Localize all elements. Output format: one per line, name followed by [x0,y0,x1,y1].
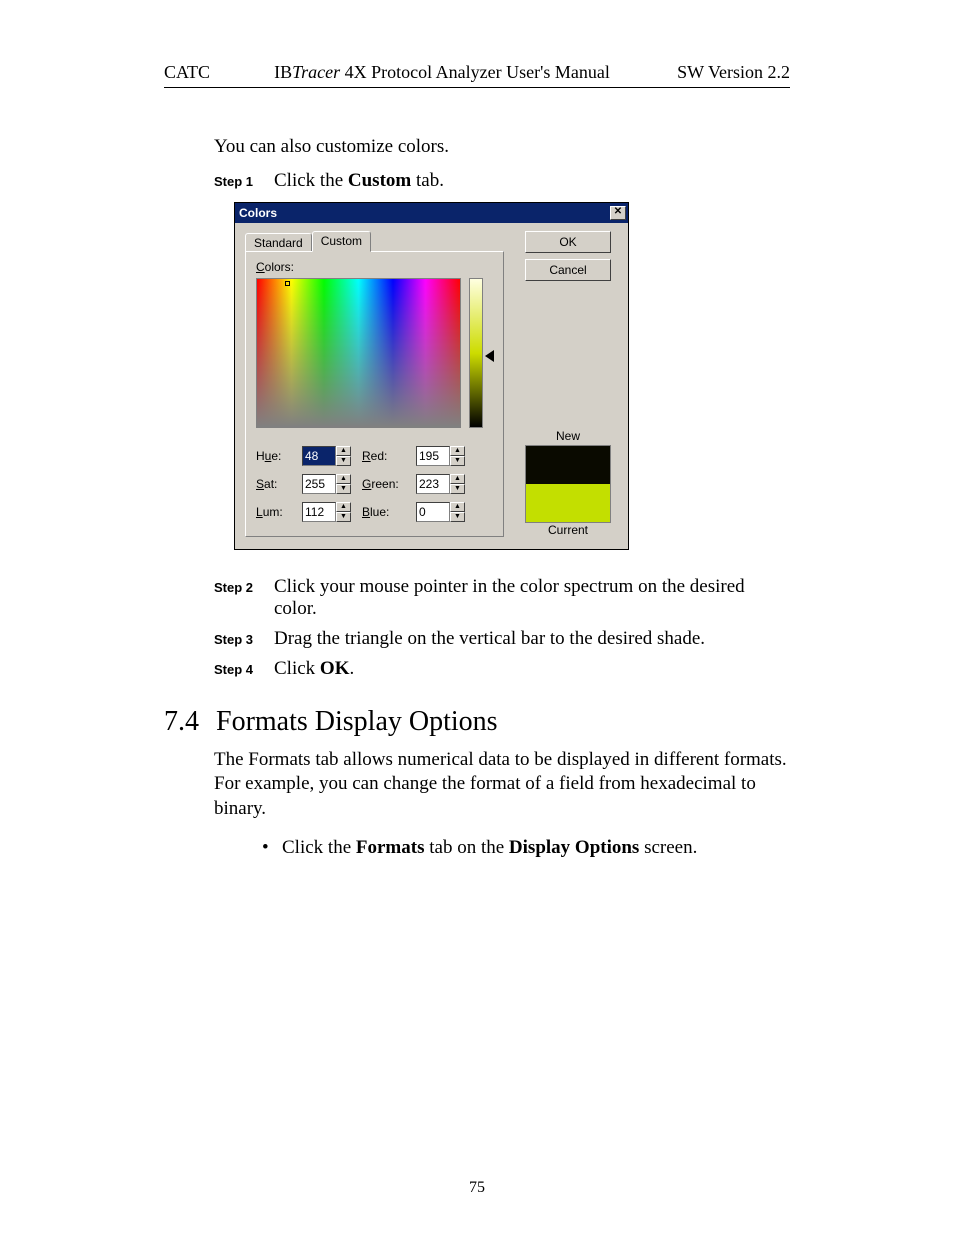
step-4-bold: OK [320,658,350,679]
step-3: Step 3 Drag the triangle on the vertical… [214,628,790,650]
step-4: Step 4 Click OK. [214,658,790,680]
header-left: CATC [164,62,234,83]
sat-spinner[interactable]: ▲▼ [302,474,356,494]
custom-tab-panel: Colors: Hue: [245,251,504,537]
green-spinner[interactable]: ▲▼ [416,474,470,494]
blue-label: Blue: [362,505,410,519]
color-spectrum[interactable] [256,278,461,428]
blue-input[interactable] [416,502,450,522]
step-2: Step 2 Click your mouse pointer in the c… [214,576,790,620]
new-label: New [556,429,580,443]
step-2-label: Step 2 [214,576,274,620]
lum-down-icon[interactable]: ▼ [336,512,351,522]
header-rule [164,87,790,88]
spectrum-cursor[interactable] [285,281,290,286]
step-3-text: Drag the triangle on the vertical bar to… [274,628,790,650]
bullet-post: screen. [639,837,697,858]
hue-up-icon[interactable]: ▲ [336,446,351,456]
lum-label: Lum: [256,505,296,519]
step-4-text: Click OK. [274,658,790,680]
green-down-icon[interactable]: ▼ [450,484,465,494]
bullet-text: Click the Formats tab on the Display Opt… [282,837,697,859]
hue-label: Hue: [256,449,296,463]
hue-input[interactable] [302,446,336,466]
preview-new-swatch [526,446,610,484]
tab-standard[interactable]: Standard [245,233,312,251]
section-title: Formats Display Options [216,706,498,738]
step-4-pre: Click [274,658,320,679]
red-input[interactable] [416,446,450,466]
colors-dialog: Colors ✕ Standard Custom Colors: [234,202,629,550]
colors-label: Colors: [256,260,493,274]
header-right: SW Version 2.2 [650,62,790,83]
bullet-b1: Formats [356,837,425,858]
close-button[interactable]: ✕ [610,206,626,220]
section-number: 7.4 [164,706,206,738]
step-3-label: Step 3 [214,628,274,650]
header-center: IBTracer 4X Protocol Analyzer User's Man… [234,62,650,83]
sat-label: Sat: [256,477,296,491]
step-4-post: . [349,658,354,679]
sat-up-icon[interactable]: ▲ [336,474,351,484]
step-1-label: Step 1 [214,170,274,192]
current-label: Current [548,523,588,537]
sat-down-icon[interactable]: ▼ [336,484,351,494]
section-heading: 7.4 Formats Display Options [164,706,790,738]
tab-custom[interactable]: Custom [312,231,371,252]
preview-current-swatch [526,484,610,522]
header-italic: Tracer [292,62,340,82]
ok-button[interactable]: OK [525,231,611,253]
bullet-icon: • [262,837,272,859]
red-up-icon[interactable]: ▲ [450,446,465,456]
blue-down-icon[interactable]: ▼ [450,512,465,522]
section-bullet: • Click the Formats tab on the Display O… [262,837,790,859]
tab-strip: Standard Custom [245,231,504,252]
section-paragraph: The Formats tab allows numerical data to… [214,748,790,821]
lum-input[interactable] [302,502,336,522]
dialog-titlebar[interactable]: Colors ✕ [235,203,628,223]
hue-down-icon[interactable]: ▼ [336,456,351,466]
red-down-icon[interactable]: ▼ [450,456,465,466]
step-1-text: Click the Custom tab. [274,170,790,192]
red-spinner[interactable]: ▲▼ [416,446,470,466]
step-2-text: Click your mouse pointer in the color sp… [274,576,790,620]
close-icon: ✕ [614,206,622,217]
bullet-pre: Click the [282,837,356,858]
page-header: CATC IBTracer 4X Protocol Analyzer User'… [164,62,790,83]
page-number: 75 [0,1179,954,1197]
red-label: Red: [362,449,410,463]
header-suffix: 4X Protocol Analyzer User's Manual [340,62,610,82]
luminance-slider-icon[interactable] [485,350,494,362]
dialog-title: Colors [239,206,610,220]
cancel-button[interactable]: Cancel [525,259,611,281]
step-1-pre: Click the [274,170,348,191]
step-1: Step 1 Click the Custom tab. [214,170,790,192]
bullet-b2: Display Options [509,837,639,858]
lum-spinner[interactable]: ▲▼ [302,502,356,522]
sat-input[interactable] [302,474,336,494]
header-prefix: IB [274,62,292,82]
green-label: Green: [362,477,410,491]
green-up-icon[interactable]: ▲ [450,474,465,484]
intro-text: You can also customize colors. [214,136,790,158]
step-1-post: tab. [411,170,444,191]
luminance-bar[interactable] [469,278,483,428]
green-input[interactable] [416,474,450,494]
step-1-bold: Custom [348,170,411,191]
lum-up-icon[interactable]: ▲ [336,502,351,512]
hue-spinner[interactable]: ▲▼ [302,446,356,466]
blue-up-icon[interactable]: ▲ [450,502,465,512]
blue-spinner[interactable]: ▲▼ [416,502,470,522]
color-preview [525,445,611,523]
bullet-mid: tab on the [424,837,508,858]
step-4-label: Step 4 [214,658,274,680]
